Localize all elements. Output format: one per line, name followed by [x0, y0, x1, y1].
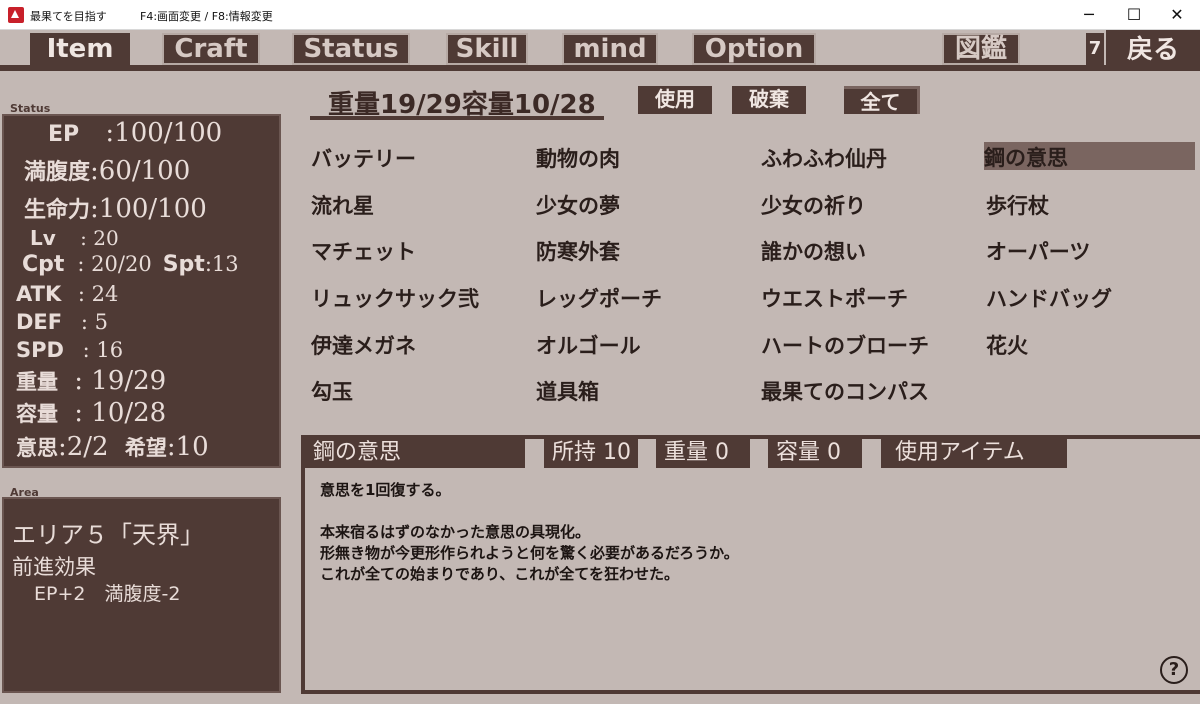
tab-craft[interactable]: Craft [162, 33, 260, 65]
def-label: DEF [16, 310, 63, 334]
cpt-row: Cpt : 20/20 Spt:13 [22, 252, 239, 277]
inventory-item[interactable]: 防寒外套 [536, 236, 620, 266]
lv-value: : 20 [80, 226, 119, 250]
app-icon [8, 7, 24, 23]
inventory-item[interactable]: 最果てのコンパス [761, 376, 929, 406]
window-title: 最果てを目指す [30, 10, 107, 23]
hunger-value: :60/100 [90, 156, 191, 186]
area-effect-label: 前進効果 [12, 555, 96, 579]
inventory-item[interactable]: ウエストポーチ [761, 283, 908, 313]
back-button[interactable]: 戻る [1106, 30, 1200, 66]
close-icon[interactable]: ✕ [1154, 0, 1200, 30]
detail-item-type: 使用アイテム [881, 438, 1067, 468]
will-label: 意思 [16, 436, 58, 460]
tab-mind[interactable]: mind [562, 33, 658, 65]
spt-label: Spt [162, 252, 205, 277]
detail-weight: 重量 0 [656, 438, 750, 468]
capacity-value: : 10/28 [74, 398, 167, 428]
inventory-item[interactable]: レッグポーチ [536, 283, 662, 313]
hunger-label: 満腹度 [24, 160, 91, 185]
inventory-item-selected[interactable]: 鋼の意思 [984, 142, 1195, 170]
help-icon[interactable]: ? [1160, 656, 1188, 684]
inventory-item[interactable]: 勾玉 [311, 376, 353, 406]
atk-value: : 24 [77, 282, 119, 306]
lv-row: Lv : 20 [30, 226, 119, 250]
spd-value: : 16 [82, 338, 124, 362]
inventory-item[interactable]: 誰かの想い [761, 236, 866, 266]
inventory-item[interactable]: バッテリー [311, 143, 416, 173]
window-hint: F4:画面変更 / F8:情報変更 [140, 10, 273, 23]
area-name: エリア５「天界」 [12, 521, 204, 549]
minimize-icon[interactable]: ─ [1066, 0, 1112, 30]
inventory-item[interactable]: ふわふわ仙丹 [761, 143, 887, 173]
lv-label: Lv [30, 226, 56, 250]
tab-item[interactable]: Item [30, 33, 130, 65]
life-value: :100/100 [90, 194, 207, 224]
detail-owned: 所持 10 [544, 438, 638, 468]
inventory-item[interactable]: 少女の夢 [536, 190, 620, 220]
back-marker: 7 [1086, 33, 1104, 65]
tab-option[interactable]: Option [692, 33, 816, 65]
inventory-item[interactable]: ハートのブローチ [761, 330, 929, 360]
def-value: : 5 [80, 310, 108, 334]
detail-capacity: 容量 0 [768, 438, 862, 468]
cpt-value: : 20/20 [77, 252, 152, 276]
tab-encyclopedia[interactable]: 図鑑 [942, 33, 1020, 65]
inventory-item[interactable]: 少女の祈り [761, 190, 866, 220]
spd-row: SPD : 16 [16, 338, 123, 362]
atk-row: ATK : 24 [16, 282, 118, 306]
inventory-item[interactable]: 道具箱 [536, 376, 599, 406]
window-titlebar: 最果てを目指す F4:画面変更 / F8:情報変更 ─ ☐ ✕ [0, 0, 1200, 30]
inventory-item[interactable]: リュックサック弐 [311, 283, 479, 313]
cpt-label: Cpt [22, 252, 65, 277]
tab-status[interactable]: Status [292, 33, 410, 65]
capacity-label: 容量 [16, 402, 58, 426]
inventory-item[interactable]: 歩行杖 [986, 190, 1049, 220]
inventory-item[interactable]: 流れ星 [311, 190, 374, 220]
tab-bar-divider [0, 65, 1200, 71]
inventory-item[interactable]: ハンドバッグ [986, 283, 1112, 313]
life-label: 生命力 [24, 198, 91, 223]
inventory-item[interactable]: 伊達メガネ [311, 330, 416, 360]
hunger-row: 満腹度:60/100 [24, 154, 190, 186]
weight-value: : 19/29 [74, 366, 167, 396]
hope-label: 希望 [124, 436, 167, 460]
status-panel: EP :100/100 満腹度:60/100 生命力:100/100 Lv : … [2, 114, 281, 468]
inventory-item[interactable]: 花火 [986, 330, 1028, 360]
will-value: :2/2 [58, 432, 109, 462]
ep-label: EP [48, 122, 80, 147]
area-effect: EP+2 満腹度-2 [34, 583, 181, 605]
area-panel: エリア５「天界」 前進効果 EP+2 満腹度-2 [2, 497, 281, 693]
discard-button[interactable]: 破棄 [732, 86, 806, 114]
inventory-item[interactable]: 動物の肉 [536, 143, 620, 173]
inventory-item[interactable]: オーパーツ [986, 236, 1090, 266]
item-description: 意思を1回復する。 本来宿るはずのなかった意思の具現化。 形無き物が今更形作られ… [320, 481, 739, 583]
ep-value: :100/100 [105, 118, 223, 148]
maximize-icon[interactable]: ☐ [1111, 0, 1157, 30]
tab-skill[interactable]: Skill [446, 33, 528, 65]
spt-value: :13 [204, 252, 239, 276]
capacity-row: 容量 : 10/28 [16, 398, 166, 428]
spd-label: SPD [16, 338, 64, 362]
weight-label: 重量 [16, 370, 58, 394]
use-button[interactable]: 使用 [638, 86, 712, 114]
hope-value: :10 [166, 432, 209, 462]
filter-all-button[interactable]: 全て [844, 86, 920, 114]
life-row: 生命力:100/100 [24, 192, 207, 224]
atk-label: ATK [16, 282, 62, 306]
weight-row: 重量 : 19/29 [16, 366, 166, 396]
inventory-item[interactable]: マチェット [311, 236, 416, 266]
def-row: DEF : 5 [16, 310, 108, 334]
inventory-weight-header: 重量19/29容量10/28 [310, 82, 604, 120]
ep-row: EP :100/100 [48, 118, 222, 148]
will-hope-row: 意思:2/2 希望:10 [16, 432, 209, 462]
inventory-item[interactable]: オルゴール [536, 330, 641, 360]
detail-item-name: 鋼の意思 [305, 438, 525, 468]
